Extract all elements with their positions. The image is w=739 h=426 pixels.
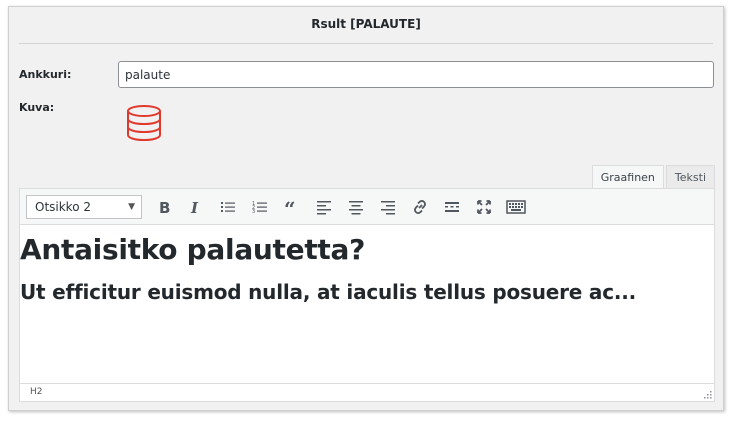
svg-text:B: B xyxy=(159,199,170,215)
content-heading-2: Ut efficitur euismod nulla, at iaculis t… xyxy=(20,280,637,304)
italic-icon[interactable]: I xyxy=(180,193,212,221)
dialog-title: Rsult [PALAUTE] xyxy=(311,17,421,31)
format-select[interactable]: Otsikko 2 ▼ xyxy=(26,194,142,219)
format-select-value: Otsikko 2 xyxy=(35,199,91,214)
editor-content[interactable]: Antaisitko palautetta? Ut efficitur euis… xyxy=(20,225,714,383)
editor-toolbar: Otsikko 2 ▼ B I 123 “ xyxy=(20,189,714,225)
numbered-list-icon[interactable]: 123 xyxy=(244,193,276,221)
link-icon[interactable] xyxy=(404,193,436,221)
bullet-list-icon[interactable] xyxy=(212,193,244,221)
align-right-icon[interactable] xyxy=(372,193,404,221)
shortcode-dialog: Rsult [PALAUTE] Ankkuri: Kuva: Graafinen… xyxy=(8,6,724,411)
align-left-icon[interactable] xyxy=(308,193,340,221)
tab-visual[interactable]: Graafinen xyxy=(591,165,664,189)
align-center-icon[interactable] xyxy=(340,193,372,221)
editor-tabs: Graafinen Teksti xyxy=(590,165,715,189)
svg-text:I: I xyxy=(190,199,199,215)
anchor-label: Ankkuri: xyxy=(19,68,72,81)
chevron-down-icon: ▼ xyxy=(128,201,135,212)
bold-icon[interactable]: B xyxy=(148,193,180,221)
fullscreen-icon[interactable] xyxy=(468,193,500,221)
keyboard-icon[interactable] xyxy=(500,193,532,221)
svg-text:“: “ xyxy=(284,199,296,215)
tab-text[interactable]: Teksti xyxy=(665,165,715,189)
rich-text-editor: Otsikko 2 ▼ B I 123 “ Antaisitko palaute… xyxy=(19,188,715,402)
database-icon[interactable] xyxy=(125,104,163,144)
title-divider xyxy=(19,43,713,44)
element-path: H2 xyxy=(30,387,43,397)
svg-text:3: 3 xyxy=(252,209,255,215)
resize-handle-icon[interactable] xyxy=(703,390,712,399)
image-label: Kuva: xyxy=(19,101,55,114)
content-heading-1: Antaisitko palautetta? xyxy=(20,233,366,266)
blockquote-icon[interactable]: “ xyxy=(276,193,308,221)
editor-statusbar: H2 xyxy=(20,383,714,401)
anchor-input[interactable] xyxy=(118,61,714,88)
read-more-icon[interactable] xyxy=(436,193,468,221)
